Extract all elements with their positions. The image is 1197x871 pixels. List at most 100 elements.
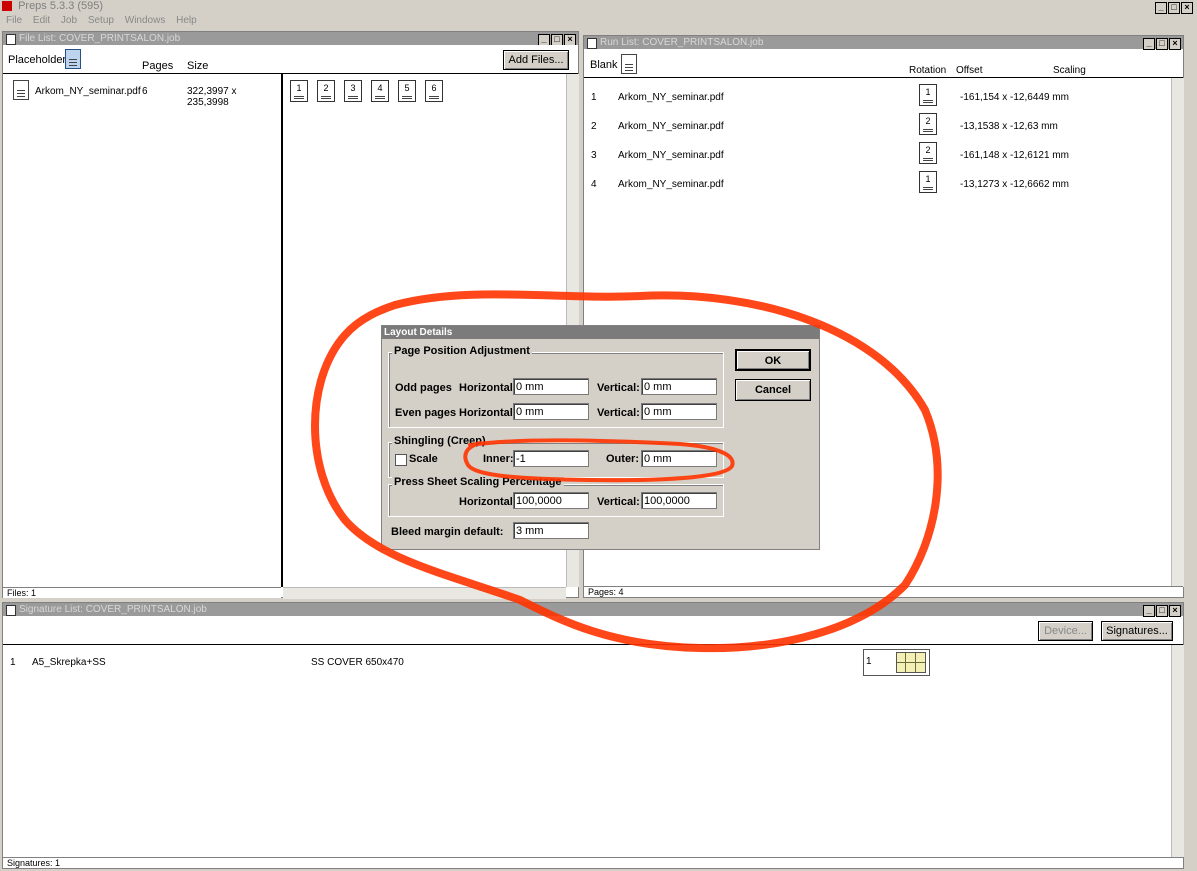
press-sheet-title: Press Sheet Scaling Percentage	[392, 476, 564, 488]
file-pane-divider	[281, 74, 283, 587]
scale-checkbox[interactable]	[395, 454, 407, 466]
cancel-button[interactable]: Cancel	[735, 379, 811, 401]
run-row-num: 3	[591, 150, 597, 161]
device-button[interactable]: Device...	[1038, 621, 1093, 641]
file-size: 322,3997 x 235,3998	[187, 86, 237, 108]
blank-doc-icon[interactable]	[621, 54, 637, 74]
run-row-name: Arkom_NY_seminar.pdf	[618, 179, 724, 190]
placeholder-label: Placeholder	[8, 54, 67, 66]
run-row-name: Arkom_NY_seminar.pdf	[618, 92, 724, 103]
odd-vertical-label: Vertical:	[597, 382, 640, 394]
page-thumb-3[interactable]: 3	[344, 80, 362, 102]
run-row-name: Arkom_NY_seminar.pdf	[618, 121, 724, 132]
page-thumb-5[interactable]: 5	[398, 80, 416, 102]
file-name: Arkom_NY_seminar.pdf	[35, 86, 141, 97]
signature-list-header: Device... Signatures...	[3, 616, 1183, 645]
signature-sheet: SS COVER 650x470	[311, 657, 404, 668]
bleed-label: Bleed margin default:	[391, 526, 504, 538]
window-icon	[587, 38, 597, 49]
maximize-button[interactable]: □	[1168, 2, 1180, 14]
menu-setup[interactable]: Setup	[88, 15, 114, 26]
file-list-title: File List: COVER_PRINTSALON.job	[19, 33, 181, 44]
run-row-offset: -13,1273 x -12,6662 mm	[960, 179, 1069, 190]
file-status: Files: 1	[3, 587, 281, 598]
odd-horizontal-label: Horizontal	[459, 382, 513, 394]
grid-icon	[896, 652, 926, 673]
menu-help[interactable]: Help	[176, 15, 197, 26]
run-vertical-scrollbar[interactable]	[1171, 78, 1184, 587]
menu-job[interactable]: Job	[61, 15, 77, 26]
signature-list-title: Signature List: COVER_PRINTSALON.job	[19, 604, 207, 615]
run-row-2[interactable]: 2 Arkom_NY_seminar.pdf 2 -13,1538 x -12,…	[584, 112, 1169, 140]
col-rotation: Rotation	[909, 65, 947, 76]
run-list-header: Blank Rotation Offset Scaling	[584, 49, 1183, 78]
run-row-num: 2	[591, 121, 597, 132]
signature-preview[interactable]: 1	[863, 649, 930, 676]
press-horizontal-input[interactable]: 100,0000	[513, 492, 589, 509]
signature-vertical-scrollbar[interactable]	[1171, 645, 1184, 857]
add-files-button[interactable]: Add Files...	[503, 50, 569, 70]
run-row-1[interactable]: 1 Arkom_NY_seminar.pdf 1 -161,154 x -12,…	[584, 83, 1169, 111]
signature-row[interactable]: 1 A5_Skrepka+SS SS COVER 650x470 1	[3, 649, 1168, 677]
menu-windows[interactable]: Windows	[125, 15, 166, 26]
col-size: Size	[187, 60, 209, 72]
file-list-header: Placeholder Pages Size Add Files...	[3, 45, 578, 74]
even-horizontal-label: Horizontal	[459, 407, 513, 419]
blank-label: Blank	[590, 59, 618, 71]
thumb-horizontal-scrollbar[interactable]	[283, 587, 566, 599]
page-icon: 1	[919, 84, 937, 106]
run-row-3[interactable]: 3 Arkom_NY_seminar.pdf 2 -161,148 x -12,…	[584, 141, 1169, 169]
run-row-name: Arkom_NY_seminar.pdf	[618, 150, 724, 161]
run-list-title: Run List: COVER_PRINTSALON.job	[600, 37, 764, 48]
file-pages: 6	[142, 86, 148, 97]
outer-label: Outer:	[606, 453, 639, 465]
file-row[interactable]: Arkom_NY_seminar.pdf 6 322,3997 x 235,39…	[11, 80, 279, 108]
run-row-offset: -13,1538 x -12,63 mm	[960, 121, 1058, 132]
signatures-button[interactable]: Signatures...	[1101, 621, 1173, 641]
press-vertical-label: Vertical:	[597, 496, 640, 508]
outer-input[interactable]: 0 mm	[641, 450, 717, 467]
scale-label: Scale	[409, 453, 438, 465]
page-icon: 2	[919, 142, 937, 164]
col-offset: Offset	[956, 65, 983, 76]
page-thumb-1[interactable]: 1	[290, 80, 308, 102]
page-thumb-2[interactable]: 2	[317, 80, 335, 102]
run-row-4[interactable]: 4 Arkom_NY_seminar.pdf 1 -13,1273 x -12,…	[584, 170, 1169, 198]
even-pages-label: Even pages	[395, 407, 457, 419]
app-icon	[2, 1, 12, 11]
placeholder-doc-icon[interactable]	[65, 49, 81, 69]
signature-status: Signatures: 1	[3, 857, 1183, 868]
ok-button[interactable]: OK	[735, 349, 811, 371]
minimize-button[interactable]: _	[1155, 2, 1167, 14]
inner-input[interactable]: -1	[513, 450, 589, 467]
run-row-offset: -161,148 x -12,6121 mm	[960, 150, 1069, 161]
signature-num: 1	[10, 657, 16, 668]
press-horizontal-label: Horizontal	[459, 496, 513, 508]
window-icon	[6, 605, 16, 616]
inner-label: Inner:	[483, 453, 514, 465]
signature-list-titlebar: Signature List: COVER_PRINTSALON.job _ □ ×	[3, 603, 1183, 617]
app-title: Preps 5.3.3 (595)	[18, 0, 104, 12]
menu-edit[interactable]: Edit	[33, 15, 50, 26]
col-pages: Pages	[142, 60, 174, 72]
odd-pages-label: Odd pages	[395, 382, 452, 394]
run-list-titlebar: Run List: COVER_PRINTSALON.job _ □ ×	[584, 36, 1183, 50]
even-vertical-label: Vertical:	[597, 407, 640, 419]
even-horizontal-input[interactable]: 0 mm	[513, 403, 589, 420]
page-icon: 2	[919, 113, 937, 135]
bleed-input[interactable]: 3 mm	[513, 522, 589, 539]
shingling-title: Shingling (Creep)	[392, 435, 488, 447]
even-vertical-input[interactable]: 0 mm	[641, 403, 717, 420]
page-thumb-6[interactable]: 6	[425, 80, 443, 102]
close-button[interactable]: ×	[1181, 2, 1193, 14]
odd-horizontal-input[interactable]: 0 mm	[513, 378, 589, 395]
pdf-file-icon	[13, 80, 29, 100]
menu-file[interactable]: File	[6, 15, 22, 26]
page-thumb-4[interactable]: 4	[371, 80, 389, 102]
signature-list-window: Signature List: COVER_PRINTSALON.job _ □ ×…	[2, 602, 1184, 869]
run-status: Pages: 4	[584, 586, 1183, 597]
press-vertical-input[interactable]: 100,0000	[641, 492, 717, 509]
run-row-offset: -161,154 x -12,6449 mm	[960, 92, 1069, 103]
layout-details-dialog: Layout Details Page Position Adjustment …	[381, 325, 820, 550]
odd-vertical-input[interactable]: 0 mm	[641, 378, 717, 395]
